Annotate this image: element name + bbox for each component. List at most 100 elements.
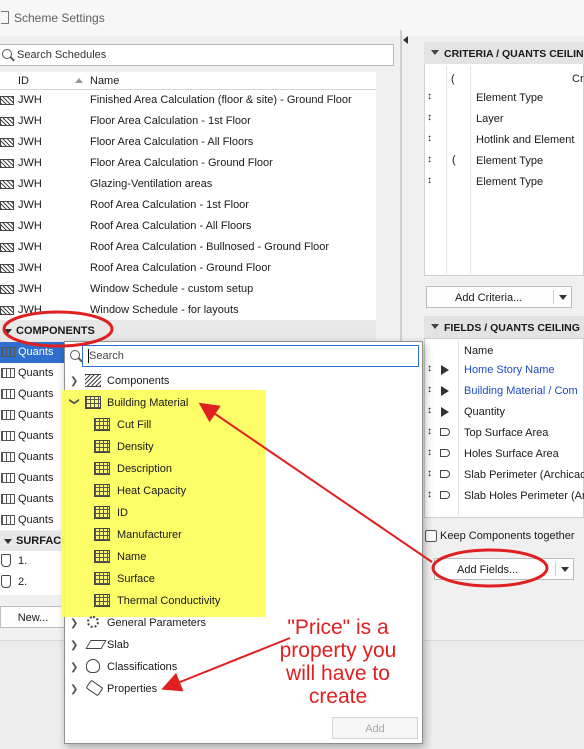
field-row[interactable]: ↕ Slab Perimeter (Archicad xyxy=(424,465,584,486)
component-row[interactable]: Quants xyxy=(0,342,66,363)
schedule-row[interactable]: JWH Floor Area Calculation - Ground Floor xyxy=(0,153,376,174)
field-row[interactable]: ↕ Top Surface Area xyxy=(424,423,584,444)
component-row[interactable]: Quants xyxy=(0,447,66,468)
schedule-name: Floor Area Calculation - All Floors xyxy=(90,136,254,148)
add-criteria-button[interactable]: Add Criteria... xyxy=(426,286,572,308)
schedule-row[interactable]: JWH Glazing-Ventilation areas xyxy=(0,174,376,195)
component-row[interactable]: Quants xyxy=(0,384,66,405)
reorder-handle-icon[interactable]: ↕ xyxy=(427,133,432,144)
schedule-row[interactable]: JWH Floor Area Calculation - 1st Floor xyxy=(0,111,376,132)
reorder-handle-icon[interactable]: ↕ xyxy=(427,468,432,479)
schedule-row[interactable]: JWH Finished Area Calculation (floor & si… xyxy=(0,90,376,111)
schedule-id: JWH xyxy=(18,304,42,316)
name-column-header[interactable]: Name xyxy=(90,75,119,87)
schedule-row[interactable]: JWH Floor Area Calculation - All Floors xyxy=(0,132,376,153)
building-material-icon xyxy=(94,528,110,541)
new-button[interactable]: New... xyxy=(0,606,66,628)
criteria-open-paren: ( xyxy=(452,154,456,166)
components-section-header[interactable]: COMPONENTS xyxy=(0,320,376,342)
component-row[interactable]: Quants xyxy=(0,426,66,447)
sort-ascending-icon xyxy=(75,78,83,83)
search-schedules-input[interactable]: Search Schedules xyxy=(0,44,394,66)
criteria-header-label: CRITERIA / QUANTS CEILING xyxy=(444,48,584,60)
pointer-icon xyxy=(441,365,449,375)
id-column-header[interactable]: ID xyxy=(18,75,29,87)
component-label: Quants xyxy=(18,430,54,442)
popup-search-input[interactable]: Search xyxy=(82,345,419,367)
button-separator xyxy=(555,562,556,576)
component-row[interactable]: Quants xyxy=(0,363,66,384)
reorder-handle-icon[interactable]: ↕ xyxy=(427,112,432,123)
criteria-row[interactable]: ↕ Element Type xyxy=(424,88,584,109)
field-row[interactable]: ↕ Holes Surface Area xyxy=(424,444,584,465)
criteria-row[interactable]: ↕ Element Type xyxy=(424,172,584,193)
surface-row[interactable]: 2. xyxy=(0,572,66,593)
collapse-pane-icon[interactable] xyxy=(403,36,408,44)
schedule-row[interactable]: JWH Roof Area Calculation - 1st Floor xyxy=(0,195,376,216)
schedule-row[interactable]: JWH Window Schedule - custom setup xyxy=(0,279,376,300)
schedule-row[interactable]: JWH Roof Area Calculation - All Floors xyxy=(0,216,376,237)
surface-row[interactable]: 1. xyxy=(0,551,66,572)
field-row[interactable]: ↕ Building Material / Com xyxy=(424,381,584,402)
field-row[interactable]: ↕ Home Story Name xyxy=(424,360,584,381)
popup-add-button[interactable]: Add xyxy=(332,717,418,739)
schedule-row[interactable]: JWH Window Schedule - for layouts xyxy=(0,300,376,321)
schedule-row[interactable]: JWH Roof Area Calculation - Ground Floor xyxy=(0,258,376,279)
schedule-id: JWH xyxy=(18,283,42,295)
criteria-section-header[interactable]: CRITERIA / QUANTS CEILING xyxy=(424,42,584,64)
schedule-name: Finished Area Calculation (floor & site)… xyxy=(90,94,352,106)
chevron-right-icon[interactable]: ❯ xyxy=(70,684,78,695)
schedule-hatch-icon xyxy=(0,159,14,168)
criteria-row[interactable]: ↕ (Element Type xyxy=(424,151,584,172)
window-title: Scheme Settings xyxy=(14,11,105,25)
dropdown-arrow-icon[interactable] xyxy=(559,295,567,300)
reorder-handle-icon[interactable]: ↕ xyxy=(427,447,432,458)
schedule-row[interactable]: JWH Roof Area Calculation - Bullnosed - G… xyxy=(0,237,376,258)
tree-item-label: Density xyxy=(117,441,154,453)
component-row[interactable]: Quants xyxy=(0,489,66,510)
chevron-down-icon[interactable]: ❯ xyxy=(69,397,80,405)
paint-brush-icon xyxy=(1,554,11,567)
search-icon xyxy=(70,350,80,360)
chevron-right-icon[interactable]: ❯ xyxy=(70,618,78,629)
schedule-hatch-icon xyxy=(0,264,14,273)
button-separator xyxy=(553,290,554,304)
reorder-handle-icon[interactable]: ↕ xyxy=(427,405,432,416)
reorder-handle-icon[interactable]: ↕ xyxy=(427,426,432,437)
field-row[interactable]: ↕ Quantity xyxy=(424,402,584,423)
field-row[interactable]: ↕ Slab Holes Perimeter (Ar xyxy=(424,486,584,507)
reorder-handle-icon[interactable]: ↕ xyxy=(427,154,432,165)
tree-item-label: Surface xyxy=(117,573,155,585)
new-button-label: New... xyxy=(17,612,49,624)
reorder-handle-icon[interactable]: ↕ xyxy=(427,91,432,102)
search-icon xyxy=(2,49,12,59)
schedule-hatch-icon xyxy=(0,180,14,189)
schedule-hatch-icon xyxy=(0,96,14,105)
component-icon xyxy=(1,494,15,504)
keep-components-together-checkbox[interactable] xyxy=(425,530,437,542)
add-criteria-label: Add Criteria... xyxy=(455,292,523,304)
component-row[interactable]: Quants xyxy=(0,510,66,531)
component-icon xyxy=(1,431,15,441)
dropdown-arrow-icon[interactable] xyxy=(561,567,569,572)
component-row[interactable]: Quants xyxy=(0,468,66,489)
pointer-icon xyxy=(441,386,449,396)
reorder-handle-icon[interactable]: ↕ xyxy=(427,489,432,500)
component-row[interactable]: Quants xyxy=(0,405,66,426)
add-fields-button[interactable]: Add Fields... xyxy=(434,558,574,580)
criteria-row[interactable]: ↕ Layer xyxy=(424,109,584,130)
surfaces-section-header[interactable]: SURFACE xyxy=(0,531,69,551)
reorder-handle-icon[interactable]: ↕ xyxy=(427,175,432,186)
criteria-row[interactable]: ↕ Hotlink and Element xyxy=(424,130,584,151)
annotation-text: "Price" is a property you will have to c… xyxy=(279,616,397,708)
fields-name-column-header: Name xyxy=(464,345,494,357)
surface-label: 2. xyxy=(18,576,28,588)
chevron-right-icon[interactable]: ❯ xyxy=(70,662,78,673)
surface-icon xyxy=(440,428,450,436)
fields-section-header[interactable]: FIELDS / QUANTS CEILING xyxy=(424,316,584,338)
reorder-handle-icon[interactable]: ↕ xyxy=(427,384,432,395)
chevron-right-icon[interactable]: ❯ xyxy=(70,376,78,387)
chevron-right-icon[interactable]: ❯ xyxy=(70,640,78,651)
reorder-handle-icon[interactable]: ↕ xyxy=(427,363,432,374)
tree-item-label: Manufacturer xyxy=(117,529,182,541)
